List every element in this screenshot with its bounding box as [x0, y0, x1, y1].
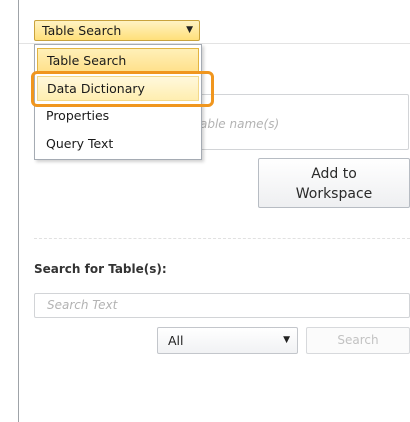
search-scope-select[interactable]: All ▼: [157, 327, 298, 354]
section-divider: [34, 238, 410, 239]
search-text-input[interactable]: Search Text: [34, 293, 410, 318]
highlight-ring: [31, 71, 214, 107]
mode-selector-value: Table Search: [42, 23, 122, 38]
chevron-down-icon: ▼: [186, 25, 193, 35]
add-to-workspace-label-line1: Add to: [311, 166, 357, 182]
chevron-down-icon: ▼: [283, 335, 290, 345]
search-text-placeholder: Search Text: [47, 298, 118, 312]
add-to-workspace-button[interactable]: Add to Workspace: [258, 158, 410, 208]
table-names-placeholder: able name(s): [200, 117, 280, 131]
search-scope-value: All: [168, 333, 184, 348]
mode-selector[interactable]: Table Search ▼: [34, 20, 200, 41]
search-tables-label: Search for Table(s):: [34, 262, 167, 276]
menu-item-table-search[interactable]: Table Search: [37, 48, 199, 73]
menu-item-query-text[interactable]: Query Text: [37, 132, 199, 157]
search-button[interactable]: Search: [306, 327, 410, 354]
add-to-workspace-label-line2: Workspace: [295, 186, 373, 202]
menu-item-properties[interactable]: Properties: [37, 104, 199, 129]
